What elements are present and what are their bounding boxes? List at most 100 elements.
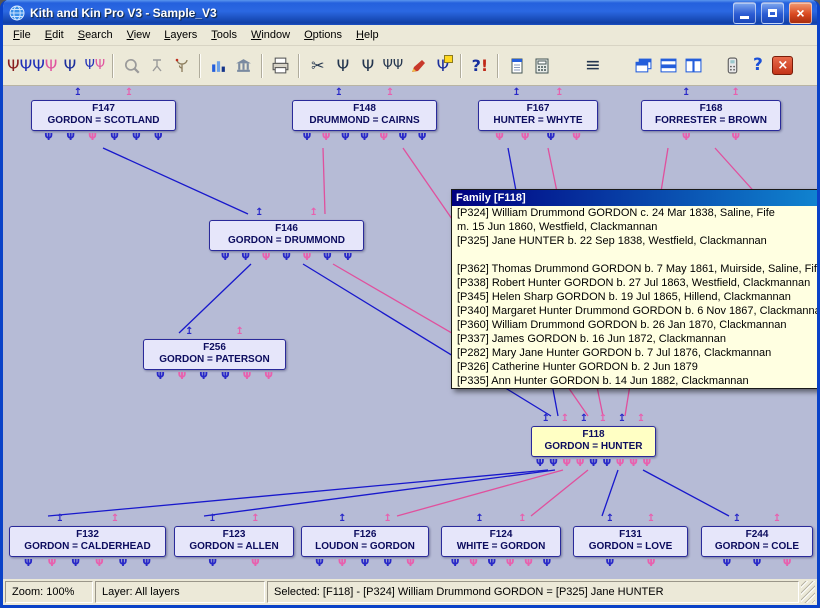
resize-grip[interactable] (801, 581, 815, 603)
person-icon[interactable]: Ψ (57, 52, 82, 79)
family-box-f167[interactable]: ↥↥ F167 HUNTER = WHYTE ΨΨΨΨ (478, 100, 598, 131)
family-name: FORRESTER = BROWN (643, 115, 779, 127)
family-id: F168 (643, 103, 779, 115)
popup-line: [P335] Ann Hunter GORDON b. 14 Jun 1882,… (452, 374, 817, 388)
parent-links: ↥↥↥↥↥↥ (531, 414, 656, 425)
parent-links: ↥↥ (641, 88, 781, 99)
menu-search[interactable]: Search (71, 27, 120, 43)
family-id: F146 (211, 223, 362, 235)
census-icon[interactable] (231, 52, 256, 79)
family-box-f124[interactable]: ↥↥ F124 WHITE = GORDON ΨΨΨΨΨΨ (441, 526, 561, 557)
person-tag-icon[interactable]: Ψ (430, 52, 455, 79)
line (323, 148, 325, 214)
drop-link-icon[interactable] (144, 52, 169, 79)
menu-help[interactable]: Help (349, 27, 386, 43)
family-name: WHITE = GORDON (443, 541, 559, 553)
person-cut-icon[interactable]: Ψ (355, 52, 380, 79)
menu-options[interactable]: Options (297, 27, 349, 43)
chart-canvas[interactable]: ↥↥ F147 GORDON = SCOTLAND ΨΨΨΨΨΨ ↥↥ F148… (3, 86, 817, 579)
children-links: ΨΨΨΨ (478, 133, 598, 144)
family-name: GORDON = CALDERHEAD (11, 541, 164, 553)
children-links: ΨΨΨ (701, 559, 813, 570)
toolbar-separator (497, 54, 499, 78)
family-name: GORDON = HUNTER (533, 441, 654, 453)
print-icon[interactable] (268, 52, 293, 79)
maximize-button[interactable] (761, 2, 784, 24)
line (179, 264, 251, 333)
tile-windows-icon[interactable] (656, 52, 681, 79)
add-family-icon[interactable]: ΨΨ (7, 52, 32, 79)
walking-people-icon[interactable]: ΨΨ (380, 52, 405, 79)
status-zoom: Zoom: 100% (5, 581, 93, 603)
chart-icon[interactable] (206, 52, 231, 79)
family-box-f131[interactable]: ↥↥ F131 GORDON = LOVE ΨΨ (573, 526, 688, 557)
menu-file[interactable]: File (6, 27, 38, 43)
menu-layers[interactable]: Layers (157, 27, 204, 43)
family-box-f168[interactable]: ↥↥ F168 FORRESTER = BROWN ΨΨ (641, 100, 781, 131)
family-id: F167 (480, 103, 596, 115)
menu-tools[interactable]: Tools (204, 27, 244, 43)
parent-links: ↥↥ (292, 88, 437, 99)
menu-view[interactable]: View (120, 27, 158, 43)
line (103, 148, 248, 214)
person-raise-icon[interactable]: Ψ (330, 52, 355, 79)
children-links: ΨΨ (641, 133, 781, 144)
family-id: F132 (11, 529, 164, 541)
app-window: Kith and Kin Pro V3 - Sample_V3 × File E… (0, 0, 820, 608)
device-icon[interactable] (720, 52, 745, 79)
children-links: ΨΨΨΨΨΨ (9, 559, 166, 570)
tree-icon[interactable] (169, 52, 194, 79)
report-icon[interactable] (504, 52, 529, 79)
parent-links: ↥↥ (441, 514, 561, 525)
arrange-windows-icon[interactable] (681, 52, 706, 79)
minimize-button[interactable] (733, 2, 756, 24)
popup-line (452, 248, 817, 262)
menu-window[interactable]: Window (244, 27, 297, 43)
family-box-f146[interactable]: ↥↥ F146 GORDON = DRUMMOND ΨΨΨΨΨΨΨ (209, 220, 364, 251)
popup-line: [P360] William Drummond GORDON b. 26 Jan… (452, 318, 817, 332)
family-box-f126[interactable]: ↥↥ F126 LOUDON = GORDON ΨΨΨΨΨ (301, 526, 429, 557)
exit-icon[interactable]: × (770, 52, 795, 79)
family-id: F244 (703, 529, 811, 541)
parent-links: ↥↥ (9, 514, 166, 525)
status-bar: Zoom: 100% Layer: All layers Selected: [… (3, 579, 817, 605)
family-box-f244[interactable]: ↥↥ F244 GORDON = COLE ΨΨΨ (701, 526, 813, 557)
parent-links: ↥↥ (209, 208, 364, 219)
parent-links: ↥↥ (478, 88, 598, 99)
children-links: ΨΨ (573, 559, 688, 570)
family-box-f118-selected[interactable]: ↥↥↥↥↥↥ F118 GORDON = HUNTER ΨΨΨΨΨΨΨΨΨ (531, 426, 656, 457)
popup-line: [P325] Jane HUNTER b. 22 Sep 1838, Westf… (452, 234, 817, 248)
people-icon[interactable]: ΨΨ (82, 52, 107, 79)
family-box-f148[interactable]: ↥↥ F148 DRUMMOND = CAIRNS ΨΨΨΨΨΨΨ (292, 100, 437, 131)
help-icon[interactable]: ? (745, 52, 770, 79)
scissors-icon[interactable]: ✂ (305, 52, 330, 79)
family-name: HUNTER = WHYTE (480, 115, 596, 127)
query-icon[interactable]: ?! (467, 52, 492, 79)
line (643, 470, 729, 516)
families-icon[interactable]: ΨΨ (32, 52, 57, 79)
family-name: GORDON = DRUMMOND (211, 235, 362, 247)
toolbar-separator (261, 54, 263, 78)
children-links: ΨΨ (174, 559, 294, 570)
family-box-f123[interactable]: ↥↥ F123 GORDON = ALLEN ΨΨ (174, 526, 294, 557)
zoom-icon[interactable] (119, 52, 144, 79)
menu-edit[interactable]: Edit (38, 27, 71, 43)
family-box-f256[interactable]: ↥↥ F256 GORDON = PATERSON ΨΨΨΨΨΨ (143, 339, 286, 370)
children-links: ΨΨΨΨΨΨ (441, 559, 561, 570)
family-name: LOUDON = GORDON (303, 541, 427, 553)
popup-title: Family [F118] (452, 190, 817, 206)
children-links: ΨΨΨΨΨΨΨ (292, 133, 437, 144)
popup-line: [P282] Mary Jane Hunter GORDON b. 7 Jul … (452, 346, 817, 360)
toolbar-separator (112, 54, 114, 78)
popup-line: m. 15 Jun 1860, Westfield, Clackmannan (452, 220, 817, 234)
parent-links: ↥↥ (174, 514, 294, 525)
list-icon[interactable]: ≡ (580, 52, 605, 79)
cascade-windows-icon[interactable] (631, 52, 656, 79)
calculator-icon[interactable] (529, 52, 554, 79)
children-links: ΨΨΨΨΨΨ (143, 372, 286, 383)
family-id: F147 (33, 103, 174, 115)
family-box-f147[interactable]: ↥↥ F147 GORDON = SCOTLAND ΨΨΨΨΨΨ (31, 100, 176, 131)
family-box-f132[interactable]: ↥↥ F132 GORDON = CALDERHEAD ΨΨΨΨΨΨ (9, 526, 166, 557)
close-button[interactable]: × (789, 2, 812, 24)
edit-pen-icon[interactable] (405, 52, 430, 79)
